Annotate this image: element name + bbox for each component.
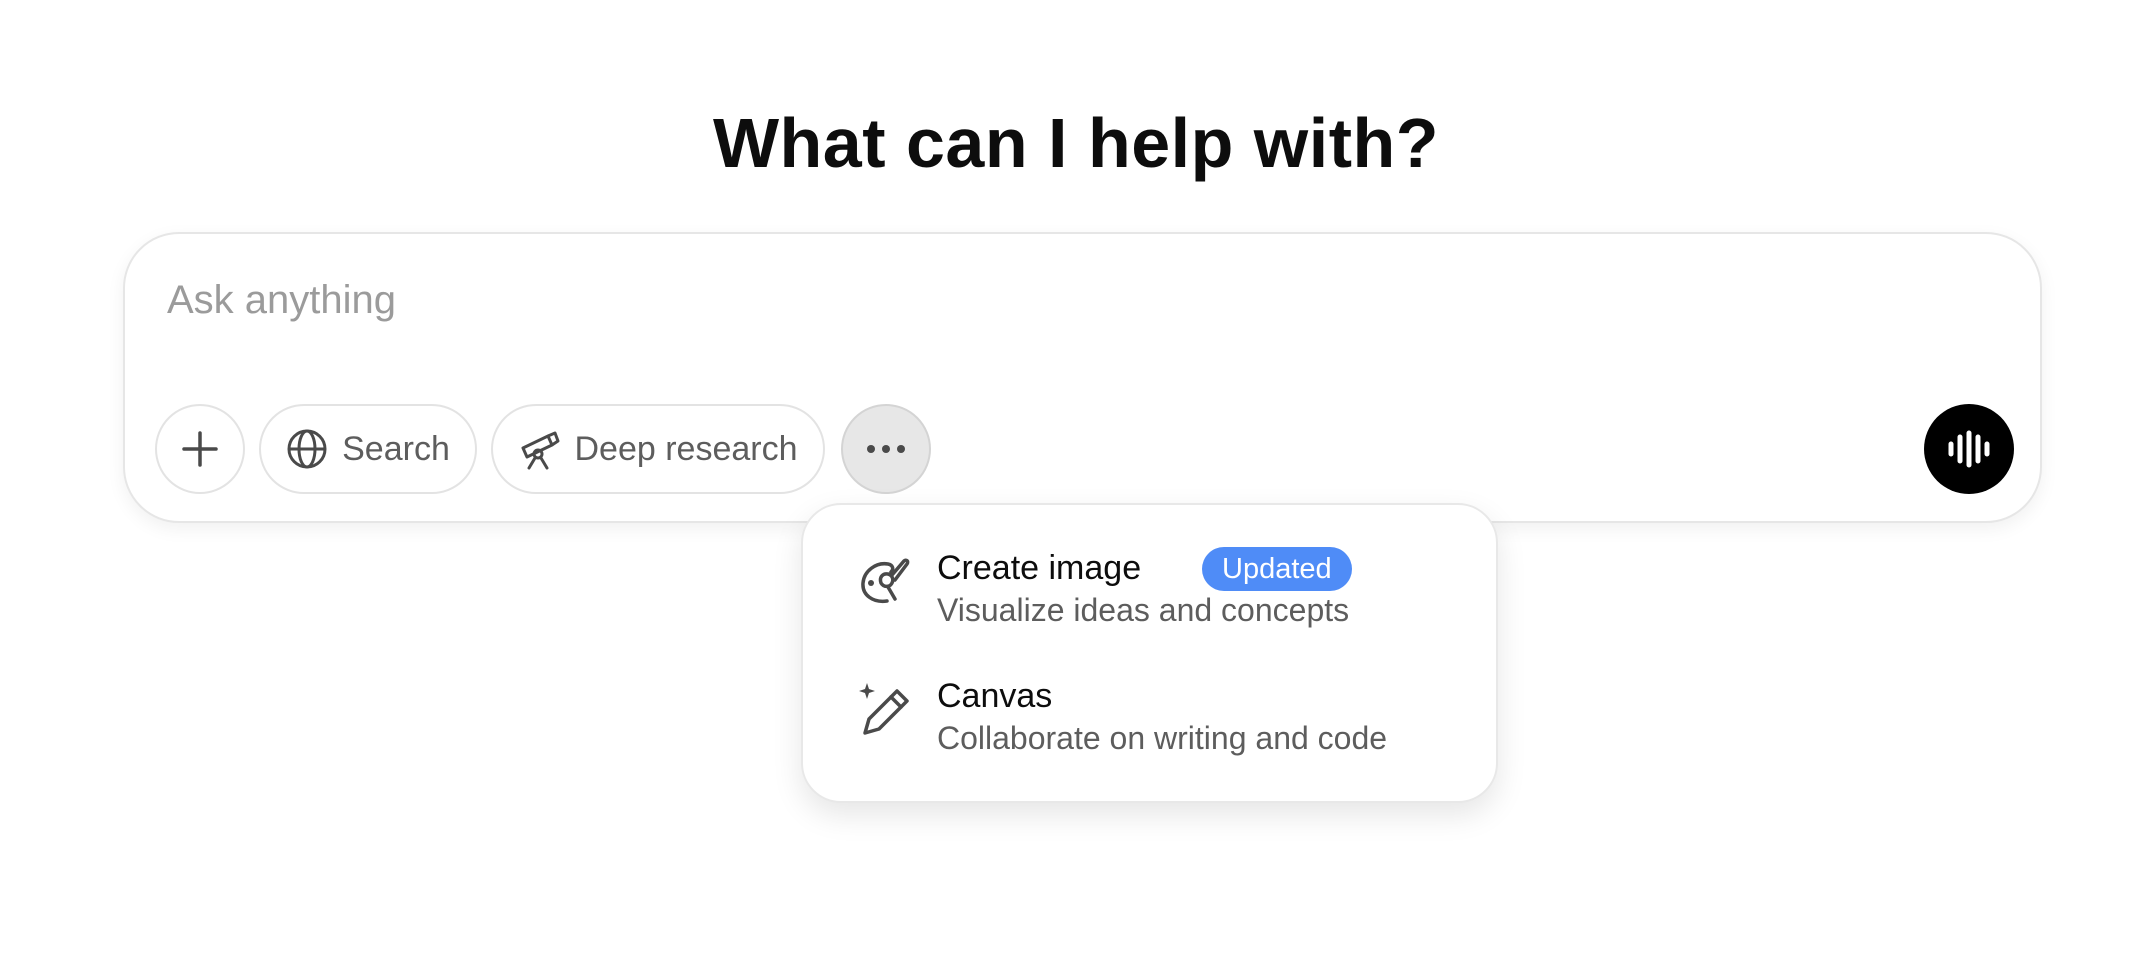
globe-icon bbox=[287, 429, 327, 469]
page-title: What can I help with? bbox=[712, 104, 1440, 182]
menu-item-create-image[interactable]: Create image Updated Visualize ideas and… bbox=[817, 523, 1483, 641]
plus-icon bbox=[182, 431, 218, 467]
menu-item-title: Create image bbox=[937, 549, 1142, 587]
menu-item-canvas[interactable]: Canvas Collaborate on writing and code bbox=[817, 651, 1483, 769]
page: What can I help with? Search Deep res bbox=[0, 0, 2152, 960]
telescope-icon bbox=[521, 431, 560, 470]
prompt-input[interactable] bbox=[167, 270, 1867, 330]
search-button[interactable]: Search bbox=[259, 404, 477, 494]
menu-item-description: Visualize ideas and concepts bbox=[937, 592, 1350, 628]
more-tools-button[interactable] bbox=[841, 404, 931, 494]
voice-mode-button[interactable] bbox=[1924, 404, 2014, 494]
tools-menu: Create image Updated Visualize ideas and… bbox=[801, 503, 1498, 803]
menu-item-description: Collaborate on writing and code bbox=[937, 720, 1388, 756]
deep-research-button-label: Deep research bbox=[574, 429, 798, 468]
ellipsis-icon bbox=[867, 445, 905, 453]
add-attachment-button[interactable] bbox=[155, 404, 245, 494]
sparkle-pencil-icon bbox=[859, 683, 909, 735]
updated-badge: Updated bbox=[1202, 547, 1352, 591]
composer: Search Deep research bbox=[123, 232, 2042, 523]
palette-brush-icon bbox=[861, 558, 910, 604]
deep-research-button[interactable]: Deep research bbox=[491, 404, 825, 494]
search-button-label: Search bbox=[342, 429, 450, 468]
menu-item-title: Canvas bbox=[937, 677, 1053, 715]
voice-waveform-icon bbox=[1948, 430, 1990, 468]
